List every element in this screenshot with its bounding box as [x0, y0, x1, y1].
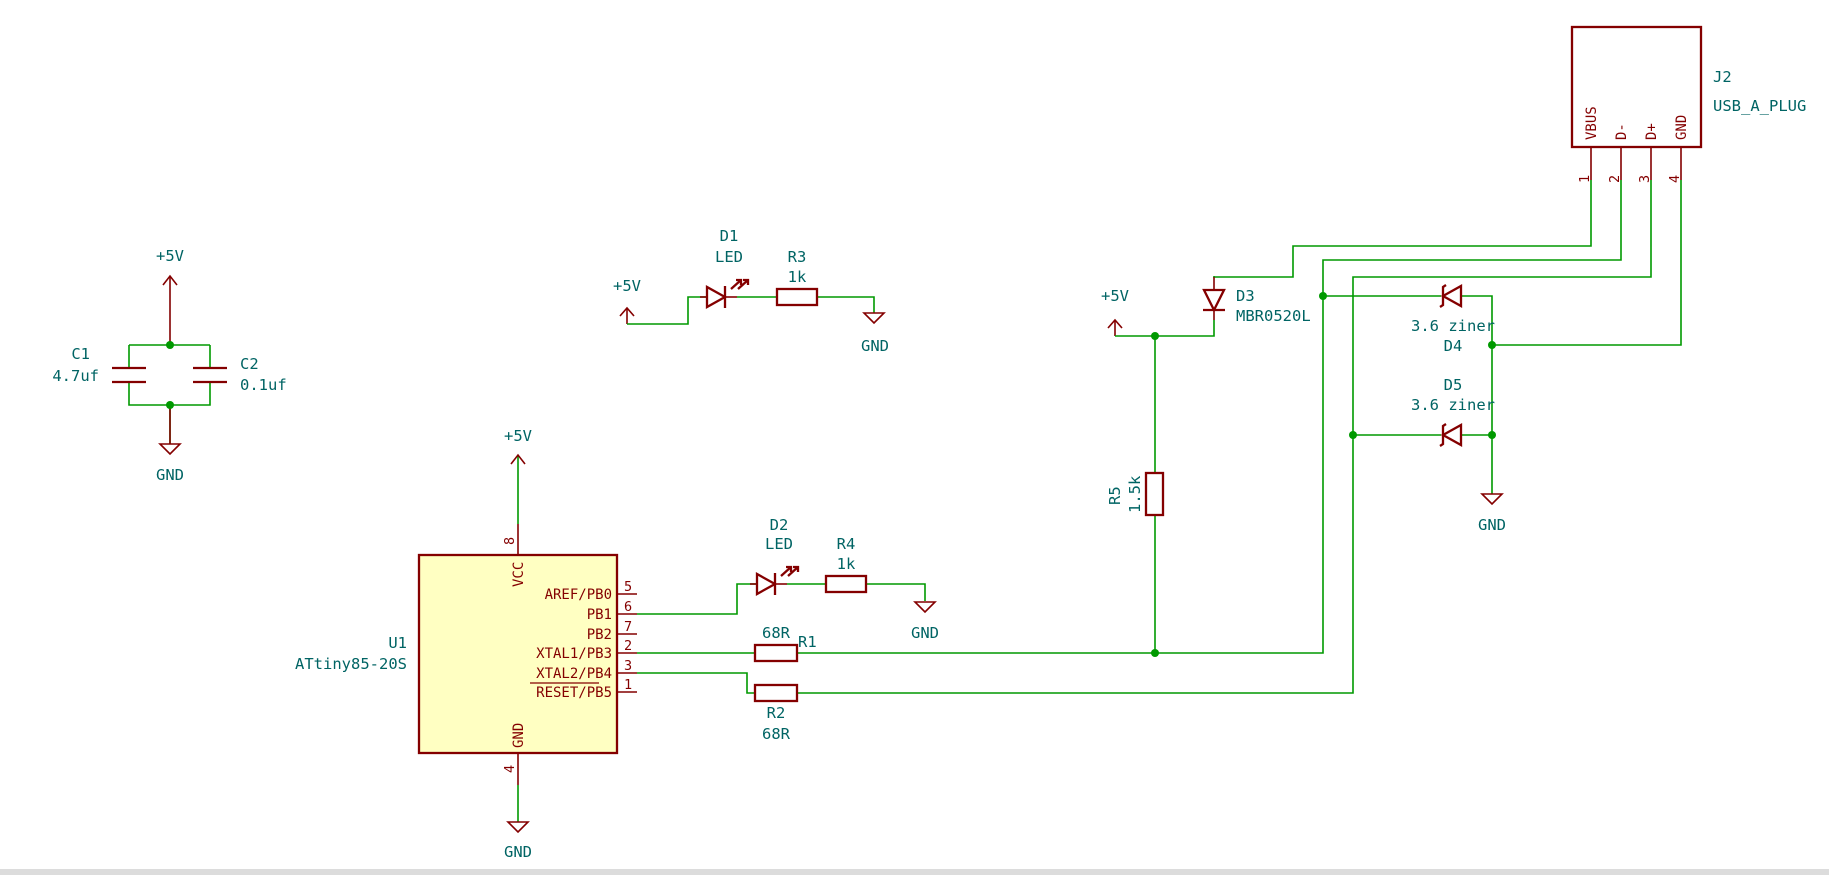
- u1-value: ATtiny85-20S: [295, 655, 407, 673]
- junction: [166, 401, 174, 409]
- r4-value: 1k: [837, 555, 856, 573]
- svg-text:5: 5: [624, 579, 632, 595]
- junction: [1349, 431, 1357, 439]
- d5-ref: D5: [1444, 376, 1463, 394]
- svg-text:VBUS: VBUS: [1584, 106, 1600, 140]
- svg-text:+5V: +5V: [156, 247, 184, 265]
- d3-ref: D3: [1236, 287, 1255, 305]
- schottky-d3: D3 MBR0520L: [1202, 277, 1311, 325]
- svg-text:AREF/PB0: AREF/PB0: [545, 587, 612, 603]
- power-vcc-u1: +5V: [504, 427, 532, 524]
- svg-text:RESET/PB5: RESET/PB5: [536, 685, 612, 701]
- wires-d1: [627, 296, 875, 325]
- junction: [166, 341, 174, 349]
- r4-ref: R4: [837, 535, 856, 553]
- svg-text:XTAL2/PB4: XTAL2/PB4: [536, 666, 612, 682]
- resistor-r4: R4 1k: [824, 535, 868, 594]
- svg-text:D+: D+: [1644, 123, 1660, 140]
- svg-text:8: 8: [502, 537, 518, 545]
- svg-text:GND: GND: [1478, 516, 1506, 534]
- power-vcc-d3: +5V: [1101, 287, 1129, 336]
- junction: [1151, 649, 1159, 657]
- resistor-r2: R2 68R: [753, 683, 799, 743]
- connector-j2: J2 USB_A_PLUG 1 VBUS 2 D- 3 D+ 4 GND: [1570, 25, 1806, 183]
- svg-text:GND: GND: [1674, 115, 1690, 140]
- svg-text:2: 2: [624, 638, 632, 654]
- svg-text:3: 3: [624, 658, 632, 674]
- c2-ref: C2: [240, 355, 259, 373]
- ic-u1: U1 ATtiny85-20S 8 VCC 4 GND AREF/PB0 5 P…: [295, 524, 637, 785]
- svg-text:4: 4: [1667, 175, 1683, 183]
- led-d1: D1 LED: [700, 227, 750, 309]
- r1-ref: R1: [798, 633, 817, 651]
- d4-ref: D4: [1444, 337, 1463, 355]
- schematic-canvas: +5V C1 4.7uf C2 0.1uf GND +5V D1 LED R3 …: [52, 25, 1806, 861]
- svg-text:1: 1: [624, 677, 632, 693]
- c1-value: 4.7uf: [52, 367, 99, 385]
- svg-text:GND: GND: [861, 337, 889, 355]
- power-gnd-u1: GND: [504, 785, 532, 861]
- junction: [1488, 431, 1496, 439]
- wires-zener: [1323, 180, 1682, 494]
- svg-text:PB1: PB1: [587, 607, 612, 623]
- power-gnd-c: GND: [156, 405, 184, 484]
- junction: [1151, 332, 1159, 340]
- svg-text:D-: D-: [1614, 123, 1630, 140]
- svg-text:+5V: +5V: [613, 277, 641, 295]
- c2-value: 0.1uf: [240, 376, 287, 394]
- svg-text:2: 2: [1607, 175, 1623, 183]
- d2-value: LED: [765, 535, 793, 553]
- svg-text:6: 6: [624, 599, 632, 615]
- svg-text:GND: GND: [911, 624, 939, 642]
- svg-text:4: 4: [502, 765, 518, 773]
- svg-text:+5V: +5V: [1101, 287, 1129, 305]
- r3-ref: R3: [788, 248, 807, 266]
- d3-value: MBR0520L: [1236, 307, 1311, 325]
- r3-value: 1k: [788, 268, 807, 286]
- svg-text:7: 7: [624, 619, 632, 635]
- svg-text:VCC: VCC: [511, 562, 527, 587]
- svg-text:GND: GND: [156, 466, 184, 484]
- power-gnd-d2: GND: [911, 601, 939, 642]
- svg-text:XTAL1/PB3: XTAL1/PB3: [536, 646, 612, 662]
- power-gnd-zener: GND: [1478, 493, 1506, 534]
- d1-value: LED: [715, 248, 743, 266]
- svg-text:GND: GND: [511, 723, 527, 748]
- svg-text:1: 1: [1577, 175, 1593, 183]
- r5-value: 1.5k: [1126, 475, 1144, 513]
- junction: [1319, 292, 1327, 300]
- resistor-r3: R3 1k: [775, 248, 819, 307]
- d4-value: 3.6 ziner: [1411, 317, 1495, 335]
- svg-text:3: 3: [1637, 175, 1653, 183]
- power-vcc-d1: +5V: [613, 277, 641, 324]
- d2-ref: D2: [770, 516, 789, 534]
- r2-value: 68R: [762, 725, 791, 743]
- r2-ref: R2: [767, 704, 786, 722]
- led-d2: D2 LED: [750, 516, 800, 596]
- svg-text:GND: GND: [504, 843, 532, 861]
- capacitor-c1: C1 4.7uf: [52, 345, 146, 385]
- resistor-r1: 68R R1: [753, 624, 817, 663]
- c1-ref: C1: [71, 345, 90, 363]
- power-gnd-d1: GND: [861, 312, 889, 355]
- wires-d2: [637, 583, 926, 615]
- resistor-r5: R5 1.5k: [1106, 471, 1165, 517]
- d1-ref: D1: [720, 227, 739, 245]
- r1-value: 68R: [762, 624, 791, 642]
- j2-ref: J2: [1713, 68, 1732, 86]
- junction: [1488, 341, 1496, 349]
- svg-text:PB2: PB2: [587, 627, 612, 643]
- r5-ref: R5: [1106, 486, 1124, 505]
- d5-value: 3.6 ziner: [1411, 396, 1495, 414]
- capacitor-c2: C2 0.1uf: [193, 355, 287, 394]
- j2-value: USB_A_PLUG: [1713, 97, 1806, 115]
- power-vcc-c: +5V: [156, 247, 184, 345]
- svg-text:+5V: +5V: [504, 427, 532, 445]
- horizontal-scrollbar[interactable]: [0, 869, 1829, 875]
- u1-ref: U1: [388, 634, 407, 652]
